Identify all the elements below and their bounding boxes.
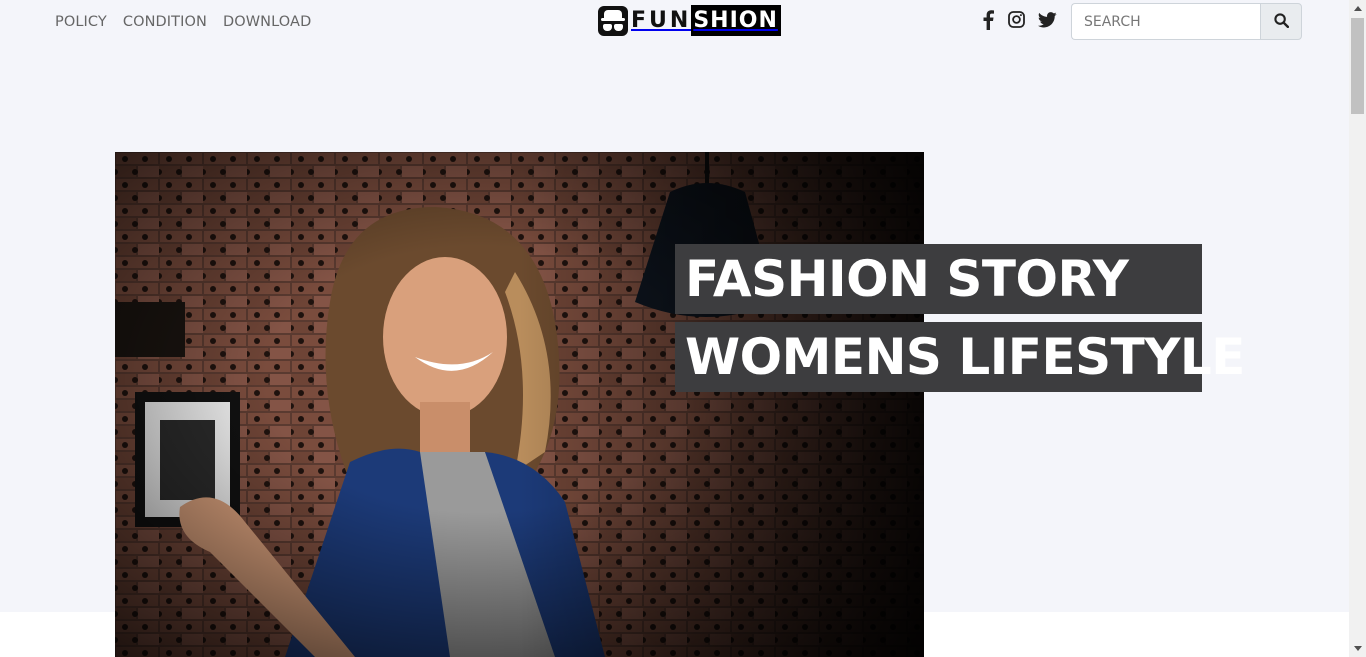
- instagram-icon[interactable]: [1008, 11, 1025, 28]
- twitter-icon[interactable]: [1038, 12, 1057, 28]
- scrollbar-thumb[interactable]: [1351, 18, 1364, 114]
- logo-text-shion: SHION: [691, 5, 781, 36]
- scroll-up-arrow-icon[interactable]: [1349, 0, 1366, 17]
- hero-headline-line2: WOMENS LIFESTYLE: [675, 322, 1245, 392]
- logo-mark-icon: [598, 5, 628, 36]
- site-logo[interactable]: FUN SHION: [598, 5, 781, 36]
- hero-headline-line1: FASHION STORY: [675, 244, 1202, 314]
- search-input[interactable]: [1071, 3, 1261, 40]
- search-button[interactable]: [1260, 3, 1302, 40]
- scroll-down-arrow-icon[interactable]: [1349, 640, 1366, 657]
- nav-link-policy[interactable]: POLICY: [55, 12, 107, 32]
- nav-link-condition[interactable]: CONDITION: [123, 12, 207, 32]
- facebook-icon[interactable]: [982, 10, 994, 30]
- hero-photo: [115, 152, 924, 657]
- top-nav: POLICY CONDITION DOWNLOAD: [55, 12, 311, 32]
- logo-text-fun: FUN: [631, 8, 692, 33]
- nav-link-download[interactable]: DOWNLOAD: [223, 12, 311, 32]
- search-icon: [1273, 12, 1289, 31]
